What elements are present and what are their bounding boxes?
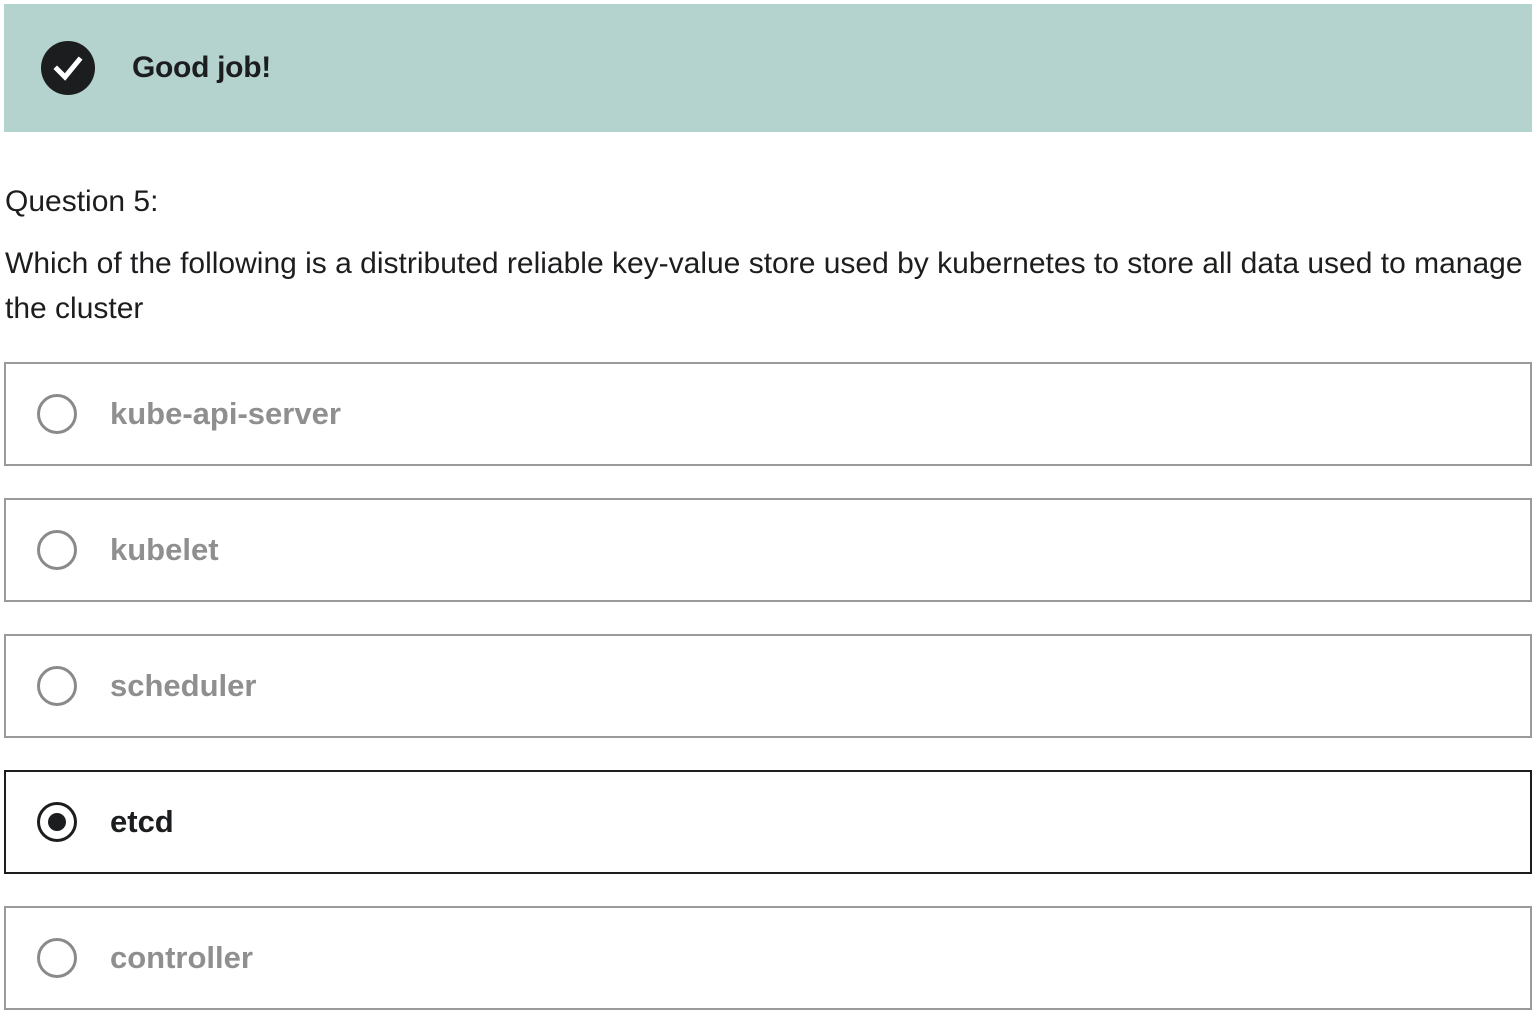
answer-option-controller[interactable]: controller [4,906,1532,1010]
answer-option-scheduler[interactable]: scheduler [4,634,1532,738]
radio-button[interactable] [37,938,77,978]
answer-option-kube-api-server[interactable]: kube-api-server [4,362,1532,466]
radio-button[interactable] [37,530,77,570]
check-circle-icon [41,41,95,95]
result-message: Good job! [132,51,271,84]
quiz-page: Good job! Question 5: Which of the follo… [0,0,1536,1015]
answer-label: scheduler [110,668,257,703]
answer-label: kube-api-server [110,396,341,431]
radio-button[interactable] [37,394,77,434]
radio-button[interactable] [37,666,77,706]
answer-label: controller [110,940,253,975]
radio-button-selected[interactable] [37,802,77,842]
question-number: Question 5: [5,185,159,218]
radio-selected-dot [48,813,66,831]
question-text: Which of the following is a distributed … [5,247,1523,325]
answer-label: etcd [110,804,174,839]
answer-option-kubelet[interactable]: kubelet [4,498,1532,602]
answer-option-etcd[interactable]: etcd [4,770,1532,874]
result-banner: Good job! [4,4,1532,132]
answer-label: kubelet [110,532,219,567]
